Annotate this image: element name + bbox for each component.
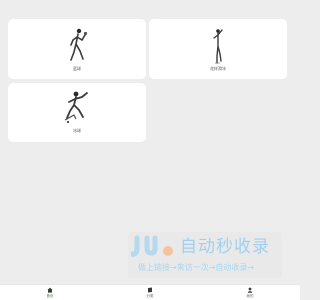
- tab-category[interactable]: 分类: [135, 285, 165, 300]
- tab-home[interactable]: 首页: [35, 285, 65, 300]
- watermark-banner: 自动秒收录 做上链接→来访一次→自动收录→: [128, 232, 282, 278]
- user-icon: [247, 287, 253, 293]
- tab-label: 我的: [246, 294, 254, 298]
- card-basketball[interactable]: 篮球: [8, 19, 146, 79]
- tab-profile[interactable]: 我的: [235, 285, 265, 300]
- tab-label: 首页: [46, 294, 54, 298]
- card-ice-hockey[interactable]: 冰球: [8, 83, 146, 142]
- category-icon: [148, 287, 152, 293]
- home-icon: [47, 287, 53, 293]
- figure-skater-icon: [213, 29, 223, 64]
- tab-label: 分类: [146, 294, 154, 298]
- logo-mark: [131, 235, 173, 257]
- card-figure-skating[interactable]: 花样滑冰: [149, 19, 287, 79]
- basketball-player-icon: [70, 28, 88, 61]
- card-label: 冰球: [73, 128, 81, 133]
- watermark-tagline: 做上链接→来访一次→自动收录→: [138, 263, 255, 272]
- hockey-player-icon: [64, 91, 88, 123]
- watermark-title: 自动秒收录: [180, 237, 270, 257]
- card-label: 篮球: [73, 66, 81, 71]
- card-label: 花样滑冰: [210, 66, 226, 71]
- bottom-tab-bar: 首页 分类 我的: [0, 284, 300, 300]
- category-grid: 篮球 花样滑冰 冰球: [0, 0, 300, 150]
